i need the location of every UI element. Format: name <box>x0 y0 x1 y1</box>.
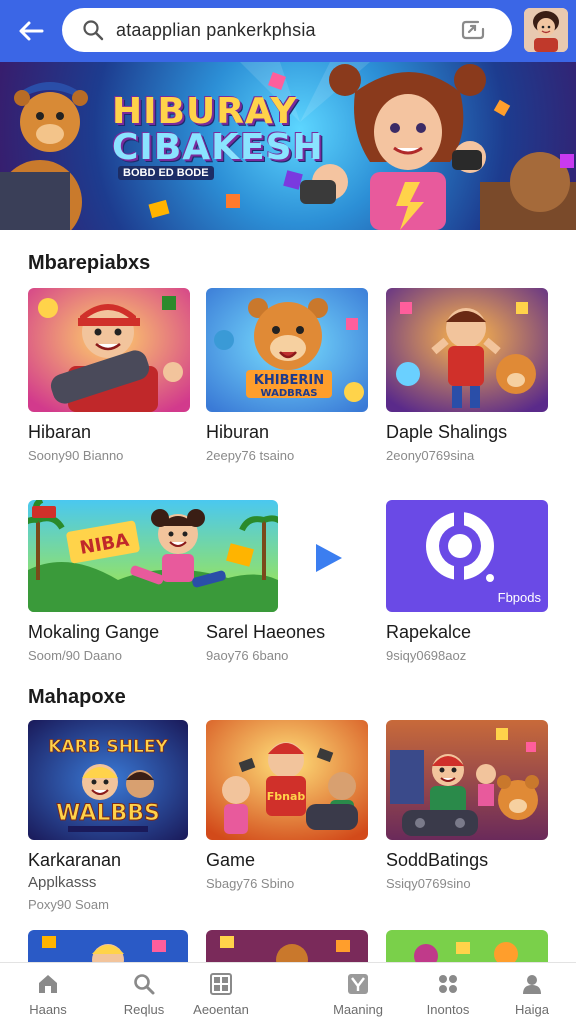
tile-logo-subtext: WALBBS <box>56 801 160 826</box>
game-card-meta: 9siqy0698aoz <box>386 648 467 663</box>
game-thumbnail-image <box>386 288 548 412</box>
game-card-thumbnail-wide[interactable]: NIBA <box>28 500 278 612</box>
tile-logo-text: KARB SHLEY <box>48 737 168 757</box>
game-card-meta: Ssiqy0769sino <box>386 876 471 891</box>
game-card-thumbnail[interactable]: KHIBERIN WADBRAS <box>206 288 368 412</box>
section-title: Mahapoxe <box>28 686 126 708</box>
nav-item-games[interactable]: Maaning <box>310 963 406 1024</box>
game-icon <box>348 974 368 994</box>
game-card-meta: Sbagy76 Sbino <box>206 876 295 891</box>
search-icon <box>83 20 104 41</box>
nav-item-grid[interactable]: Aeoentan <box>173 963 269 1024</box>
game-card-meta: 2eony0769sina <box>386 448 475 463</box>
game-card-title[interactable]: Sarel Haeones <box>206 622 325 643</box>
back-button[interactable] <box>14 14 48 48</box>
profile-icon <box>523 975 541 994</box>
game-card-meta: Soom/90 Daano <box>28 648 122 663</box>
search-input[interactable]: ataapplian pankerkphsia <box>116 20 316 41</box>
avatar[interactable] <box>524 8 568 52</box>
game-card-title[interactable]: Game <box>206 850 255 871</box>
game-card-title[interactable]: SoddBatings <box>386 850 488 871</box>
nav-item-profile[interactable]: Haiga <box>484 963 576 1024</box>
game-card-meta: 9aoy76 6bano <box>206 648 289 663</box>
voice-search-icon[interactable] <box>460 18 486 42</box>
banner-title: HIBURAY CIBAKESH <box>112 94 324 166</box>
bottom-navigation: Haans Reqlus Aeoentan Maaning Inontos Ha… <box>0 962 576 1024</box>
game-thumbnail-image: KHIBERIN WADBRAS <box>206 288 368 412</box>
banner-title-line1: HIBURAY <box>112 91 298 132</box>
game-card-thumbnail[interactable]: Fbnab <box>206 720 368 840</box>
game-thumbnail-image <box>386 720 548 840</box>
banner-subtitle: BOBD ED BODE <box>118 166 214 180</box>
grid-icon <box>210 973 232 995</box>
game-card-thumbnail[interactable]: KARB SHLEY WALBBS <box>28 720 188 840</box>
hero-banner[interactable]: HIBURAY CIBAKESH BOBD ED BODE <box>0 62 576 230</box>
game-card-meta: Poxy90 Soam <box>28 897 109 912</box>
top-app-bar: ataapplian pankerkphsia <box>0 0 576 62</box>
play-arrow-icon[interactable] <box>310 540 346 576</box>
section-title: Mbarepiabxs <box>28 252 151 274</box>
game-thumbnail-image: KARB SHLEY WALBBS <box>28 720 188 840</box>
game-thumbnail-image: Fbnab <box>206 720 368 840</box>
game-card-thumbnail[interactable] <box>28 288 190 412</box>
nav-item-apps[interactable]: Inontos <box>400 963 496 1024</box>
tile-logo-text: KHIBERIN <box>254 373 324 388</box>
banner-title-line2: CIBAKESH <box>112 127 324 168</box>
game-card-title[interactable]: Hibaran <box>28 422 91 443</box>
apps-icon <box>439 975 457 993</box>
tile-logo-subtext: WADBRAS <box>261 388 318 399</box>
tile-logo-text: Fbnab <box>267 790 306 803</box>
game-card-title[interactable]: Hiburan <box>206 422 269 443</box>
game-card-thumbnail[interactable]: Fbpods <box>386 500 548 612</box>
nav-label: Maaning <box>333 1002 383 1017</box>
nav-label: Haans <box>29 1002 67 1017</box>
game-card-title[interactable]: Rapekalce <box>386 622 471 643</box>
game-card-meta: 2eepy76 tsaino <box>206 448 295 463</box>
game-card-title[interactable]: Mokaling Gange <box>28 622 159 643</box>
app-screen: ataapplian pankerkphsia HIBURAY CIBAKESH… <box>0 0 576 1024</box>
game-thumbnail-image: Fbpods <box>386 500 548 612</box>
nav-label: Inontos <box>426 1002 470 1017</box>
home-icon <box>39 975 57 993</box>
game-card-title[interactable]: Daple Shalings <box>386 422 507 443</box>
game-card-thumbnail[interactable] <box>386 288 548 412</box>
game-card-subtitle: Applkasss <box>28 874 97 891</box>
game-thumbnail-image <box>28 288 190 412</box>
tile-logo-text: Fbpods <box>498 590 542 605</box>
avatar-image <box>524 8 568 52</box>
game-thumbnail-image: NIBA <box>28 500 278 612</box>
game-card-title[interactable]: Karkaranan <box>28 850 121 871</box>
game-card-thumbnail[interactable] <box>386 720 548 840</box>
search-icon <box>134 974 155 995</box>
nav-item-home[interactable]: Haans <box>0 963 96 1024</box>
nav-label: Aeoentan <box>193 1002 249 1017</box>
nav-label: Haiga <box>515 1002 549 1017</box>
game-card-meta: Soony90 Bianno <box>28 448 124 463</box>
back-arrow-icon <box>19 21 44 41</box>
search-bar[interactable]: ataapplian pankerkphsia <box>62 8 512 52</box>
